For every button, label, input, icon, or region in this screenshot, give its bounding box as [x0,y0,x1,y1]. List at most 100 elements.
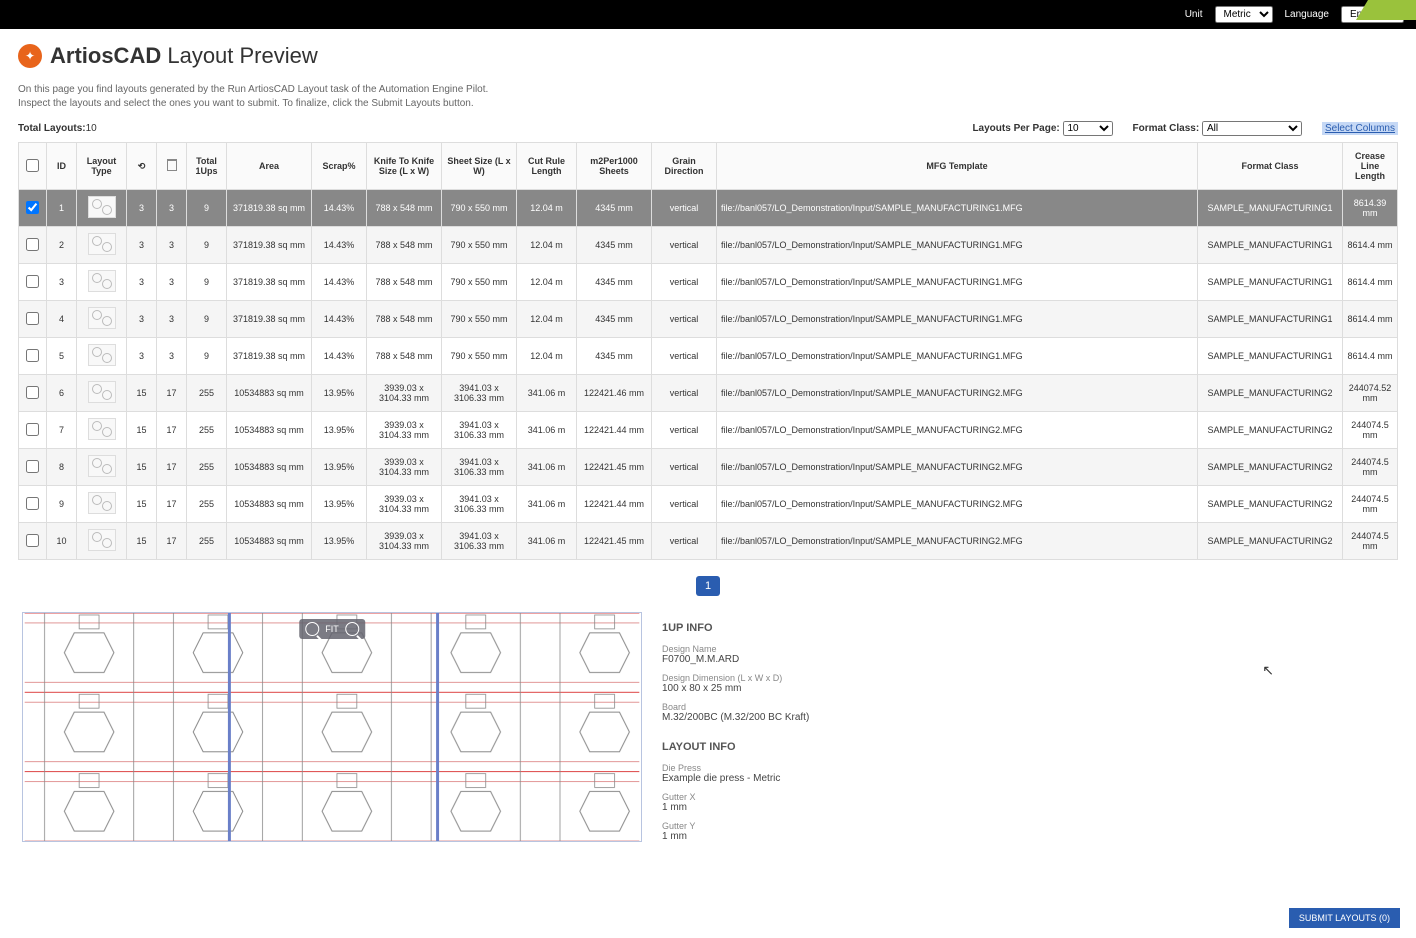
cell: 341.06 m [517,449,577,486]
gutter-y-label: Gutter Y [662,821,1394,831]
col-header-5[interactable]: Total 1Ups [187,143,227,190]
table-row[interactable]: 2339371819.38 sq mm14.43%788 x 548 mm790… [19,227,1398,264]
cell: 790 x 550 mm [442,301,517,338]
cell: SAMPLE_MANUFACTURING2 [1198,449,1343,486]
cell: 788 x 548 mm [367,301,442,338]
cell: 788 x 548 mm [367,264,442,301]
col-header-14[interactable]: Format Class [1198,143,1343,190]
col-header-13[interactable]: MFG Template [717,143,1198,190]
layout-thumbnail [88,233,116,255]
layouts-per-page-select[interactable]: 10 [1063,121,1113,136]
cell: 10534883 sq mm [227,486,312,523]
col-header-15[interactable]: Crease Line Length [1343,143,1398,190]
cell: 788 x 548 mm [367,338,442,375]
format-class-select[interactable]: All [1202,121,1302,136]
col-header-12[interactable]: Grain Direction [652,143,717,190]
cell: 3 [127,190,157,227]
col-header-1[interactable]: ID [47,143,77,190]
cell: 13.95% [312,449,367,486]
cell [77,486,127,523]
cell: 244074.52 mm [1343,375,1398,412]
cell: 14.43% [312,264,367,301]
col-header-2[interactable]: Layout Type [77,143,127,190]
fit-button[interactable]: FIT [325,624,339,634]
cell: SAMPLE_MANUFACTURING2 [1198,523,1343,560]
cell: vertical [652,449,717,486]
cell: 15 [127,412,157,449]
col-header-3[interactable]: ⟲ [127,143,157,190]
cell: 3 [47,264,77,301]
cell: 371819.38 sq mm [227,338,312,375]
col-header-8[interactable]: Knife To Knife Size (L x W) [367,143,442,190]
cell: 3941.03 x 3106.33 mm [442,412,517,449]
row-checkbox[interactable] [26,386,39,399]
col-header-10[interactable]: Cut Rule Length [517,143,577,190]
cell: 790 x 550 mm [442,190,517,227]
cell: 9 [187,301,227,338]
cell: 3 [157,338,187,375]
cell: 371819.38 sq mm [227,190,312,227]
table-row[interactable]: 3339371819.38 sq mm14.43%788 x 548 mm790… [19,264,1398,301]
cell [77,227,127,264]
design-name-label: Design Name [662,644,1394,654]
row-checkbox[interactable] [26,460,39,473]
cell: 10534883 sq mm [227,375,312,412]
row-checkbox[interactable] [26,349,39,362]
cell: 371819.38 sq mm [227,227,312,264]
col-header-6[interactable]: Area [227,143,312,190]
cell: 10534883 sq mm [227,523,312,560]
row-checkbox[interactable] [26,201,39,214]
cell: vertical [652,264,717,301]
logo-icon: ✦ [18,44,42,68]
row-checkbox[interactable] [26,312,39,325]
cell: 341.06 m [517,523,577,560]
cell: 3 [157,227,187,264]
table-row[interactable]: 8151725510534883 sq mm13.95%3939.03 x 31… [19,449,1398,486]
row-checkbox[interactable] [26,238,39,251]
zoom-out-icon[interactable] [345,622,359,636]
row-checkbox[interactable] [26,534,39,547]
col-header-0[interactable] [19,143,47,190]
layout-thumbnail [88,307,116,329]
cell [19,523,47,560]
cell: 8614.39 mm [1343,190,1398,227]
row-checkbox[interactable] [26,275,39,288]
design-dim-label: Design Dimension (L x W x D) [662,673,1394,683]
table-row[interactable]: 7151725510534883 sq mm13.95%3939.03 x 31… [19,412,1398,449]
table-row[interactable]: 4339371819.38 sq mm14.43%788 x 548 mm790… [19,301,1398,338]
cell: file://banl057/LO_Demonstration/Input/SA… [717,449,1198,486]
cell: 14.43% [312,301,367,338]
table-row[interactable]: 9151725510534883 sq mm13.95%3939.03 x 31… [19,486,1398,523]
cell [77,412,127,449]
col-header-11[interactable]: m2Per1000 Sheets [577,143,652,190]
page-1-button[interactable]: 1 [696,576,720,596]
cell: SAMPLE_MANUFACTURING1 [1198,301,1343,338]
table-row[interactable]: 6151725510534883 sq mm13.95%3939.03 x 31… [19,375,1398,412]
cell: 255 [187,523,227,560]
layout-preview-pane[interactable]: FIT [22,612,642,842]
table-row[interactable]: 5339371819.38 sq mm14.43%788 x 548 mm790… [19,338,1398,375]
unit-select[interactable]: Metric [1215,6,1273,23]
cell: 3939.03 x 3104.33 mm [367,449,442,486]
submit-layouts-button[interactable]: SUBMIT LAYOUTS (0) [1289,908,1400,928]
design-dim-value: 100 x 80 x 25 mm [662,683,1394,694]
cell: 17 [157,375,187,412]
table-row[interactable]: 1339371819.38 sq mm14.43%788 x 548 mm790… [19,190,1398,227]
cell: 4 [47,301,77,338]
cell: SAMPLE_MANUFACTURING1 [1198,338,1343,375]
cell: vertical [652,338,717,375]
col-header-9[interactable]: Sheet Size (L x W) [442,143,517,190]
zoom-in-icon[interactable] [305,622,319,636]
cell: vertical [652,486,717,523]
cell: 3941.03 x 3106.33 mm [442,486,517,523]
select-all-checkbox[interactable] [26,159,39,172]
table-row[interactable]: 10151725510534883 sq mm13.95%3939.03 x 3… [19,523,1398,560]
layout-thumbnail [88,270,116,292]
row-checkbox[interactable] [26,423,39,436]
col-header-7[interactable]: Scrap% [312,143,367,190]
row-checkbox[interactable] [26,497,39,510]
cell: 3939.03 x 3104.33 mm [367,412,442,449]
col-header-4[interactable] [157,143,187,190]
select-columns-link[interactable]: Select Columns [1322,122,1398,135]
cell: 14.43% [312,338,367,375]
